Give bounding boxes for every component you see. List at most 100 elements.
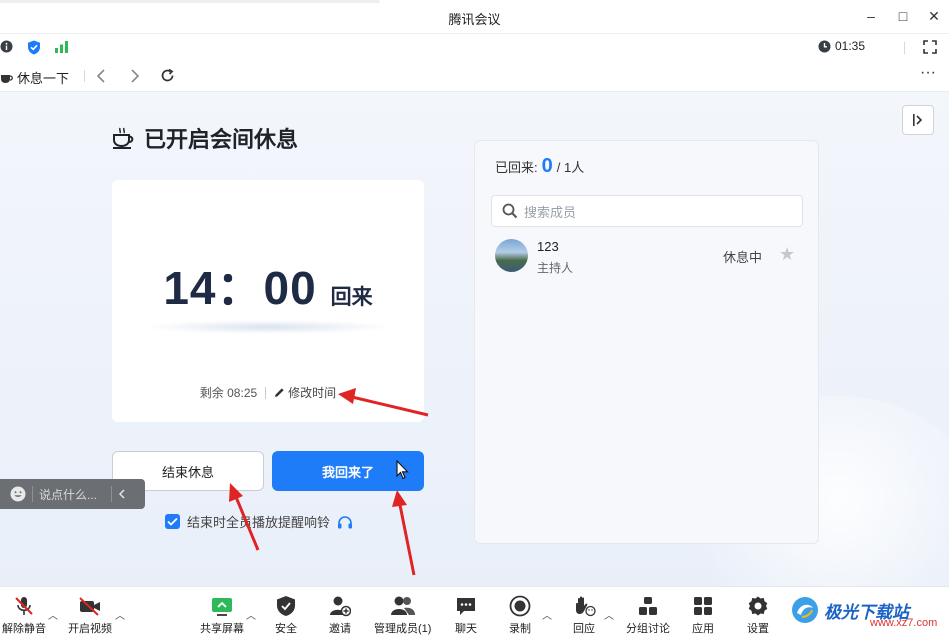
nav-divider <box>84 70 85 82</box>
return-suffix: 回来 <box>330 286 373 309</box>
pencil-icon <box>275 388 284 397</box>
toolbar-label: 应用 <box>692 623 714 635</box>
ring-option-row[interactable]: 结束时全员播放提醒响铃 <box>165 512 353 531</box>
unmute-button[interactable]: 解除静音 <box>2 595 46 636</box>
maximize-button[interactable]: □ <box>894 8 912 24</box>
title-bar: 腾讯会议 – □ ✕ <box>0 0 949 34</box>
settings-button[interactable]: 设置 <box>747 595 769 636</box>
share-screen-icon <box>212 598 232 616</box>
collapse-panel-button[interactable] <box>902 105 934 135</box>
fullscreen-icon[interactable] <box>923 40 937 54</box>
invite-icon <box>330 596 351 617</box>
returned-label: 已回来: <box>495 160 538 175</box>
headphones-icon[interactable] <box>337 515 353 529</box>
meeting-status-bar: 01:35 <box>0 34 949 60</box>
member-name: 123 <box>537 239 559 254</box>
toolbar-label: 邀请 <box>329 623 351 635</box>
shield-icon <box>277 596 295 616</box>
remaining-row: 剩余 08:25 修改时间 <box>112 384 424 401</box>
members-panel: 已回来: 0 / 1人 搜索成员 123 主持人 休息中 ★ <box>474 140 819 544</box>
heading-text: 已开启会间休息 <box>144 127 299 152</box>
breakout-icon <box>639 597 657 615</box>
manage-members-button[interactable]: 管理成员(1) <box>374 595 431 636</box>
chat-divider <box>32 486 33 502</box>
toolbar-label: 共享屏幕 <box>200 623 244 635</box>
minimize-button[interactable]: – <box>862 8 880 24</box>
meeting-toolbar: 解除静音 ︿ 开启视频 ︿ 共享屏幕 ︿ 安全 邀请 管理成员(1) 聊天 录制… <box>0 586 949 643</box>
im-back-button[interactable]: 我回来了 <box>272 451 424 491</box>
checkmark-icon <box>167 517 178 526</box>
break-app-tab[interactable]: 休息一下 <box>0 68 69 87</box>
modify-time-label: 修改时间 <box>288 386 337 400</box>
forward-arrow-icon[interactable] <box>130 69 140 83</box>
meeting-timer: 01:35 <box>818 39 865 53</box>
total-count: / 1人 <box>556 160 585 175</box>
ring-checkbox-label: 结束时全员播放提醒响铃 <box>187 515 331 530</box>
member-status: 休息中 <box>723 250 763 265</box>
back-arrow-icon[interactable] <box>96 69 106 83</box>
mic-muted-icon <box>15 597 33 615</box>
window-title: 腾讯会议 <box>448 12 501 27</box>
share-screen-button[interactable]: 共享屏幕 <box>200 595 244 636</box>
returned-counter: 已回来: 0 / 1人 <box>495 155 584 178</box>
chevron-up-icon[interactable]: ︿ <box>115 607 125 622</box>
member-row[interactable]: 123 主持人 休息中 ★ <box>495 239 801 279</box>
close-button[interactable]: ✕ <box>925 8 943 25</box>
signal-strength-icon[interactable] <box>55 40 69 53</box>
chevron-up-icon[interactable]: ︿ <box>246 607 256 622</box>
reaction-button[interactable]: 回应 <box>572 595 596 636</box>
chevron-up-icon[interactable]: ︿ <box>48 607 58 622</box>
timer-text: 01:35 <box>834 39 865 53</box>
watermark-url: www.xz7.com <box>870 617 938 629</box>
break-main-area: 已开启会间休息 14：00 回来 剩余 08:25 修改时间 结束休息 我回来了… <box>0 92 949 586</box>
window-top-strip <box>0 0 949 3</box>
info-icon[interactable] <box>0 40 13 53</box>
watermark: 极光下载站 www.xz7.com <box>790 595 937 629</box>
chat-divider <box>111 486 113 502</box>
modify-time-link[interactable]: 修改时间 <box>274 384 336 401</box>
break-heading: 已开启会间休息 <box>112 122 298 154</box>
member-search-input[interactable]: 搜索成员 <box>491 195 803 227</box>
toolbar-label: 开启视频 <box>68 623 112 635</box>
chat-button[interactable]: 聊天 <box>455 595 477 636</box>
member-role: 主持人 <box>537 261 574 275</box>
toolbar-label: 聊天 <box>455 623 477 635</box>
chevron-left-icon[interactable] <box>118 489 126 499</box>
emoji-icon[interactable] <box>10 486 26 502</box>
avatar <box>495 239 528 272</box>
ring-checkbox[interactable] <box>165 514 180 529</box>
members-icon <box>390 596 415 615</box>
toolbar-label: 回应 <box>573 623 595 635</box>
status-divider <box>904 42 905 54</box>
more-options-icon[interactable]: ··· <box>920 64 936 82</box>
watermark-logo-icon <box>792 597 818 623</box>
quick-chat-bar[interactable]: 说点什么... <box>0 479 145 509</box>
security-button[interactable]: 安全 <box>275 595 297 636</box>
apps-button[interactable]: 应用 <box>692 595 714 636</box>
toolbar-label: 管理成员(1) <box>374 623 432 635</box>
record-button[interactable]: 录制 <box>509 595 531 636</box>
settings-icon <box>748 596 768 616</box>
video-off-icon <box>79 597 100 616</box>
clock-icon <box>818 40 831 52</box>
panel-toggle-icon <box>913 114 923 126</box>
toolbar-label: 设置 <box>747 623 769 635</box>
search-icon <box>502 203 518 219</box>
coffee-cup-icon <box>1 74 13 83</box>
break-app-label: 休息一下 <box>17 71 70 86</box>
start-video-button[interactable]: 开启视频 <box>68 595 112 636</box>
remaining-time: 剩余 08:25 <box>199 386 258 400</box>
record-icon <box>509 595 531 617</box>
remain-divider <box>265 386 267 399</box>
breakout-rooms-button[interactable]: 分组讨论 <box>626 595 670 636</box>
chat-placeholder[interactable]: 说点什么... <box>39 486 97 503</box>
chevron-up-icon[interactable]: ︿ <box>604 607 614 622</box>
refresh-icon[interactable] <box>160 68 175 83</box>
star-icon[interactable]: ★ <box>779 244 795 265</box>
invite-button[interactable]: 邀请 <box>329 595 351 636</box>
coffee-cup-icon <box>113 127 134 149</box>
security-shield-icon[interactable] <box>27 40 41 55</box>
chevron-up-icon[interactable]: ︿ <box>542 607 552 622</box>
apps-icon <box>694 597 712 615</box>
return-clock: 14：00 回来 <box>112 252 424 318</box>
